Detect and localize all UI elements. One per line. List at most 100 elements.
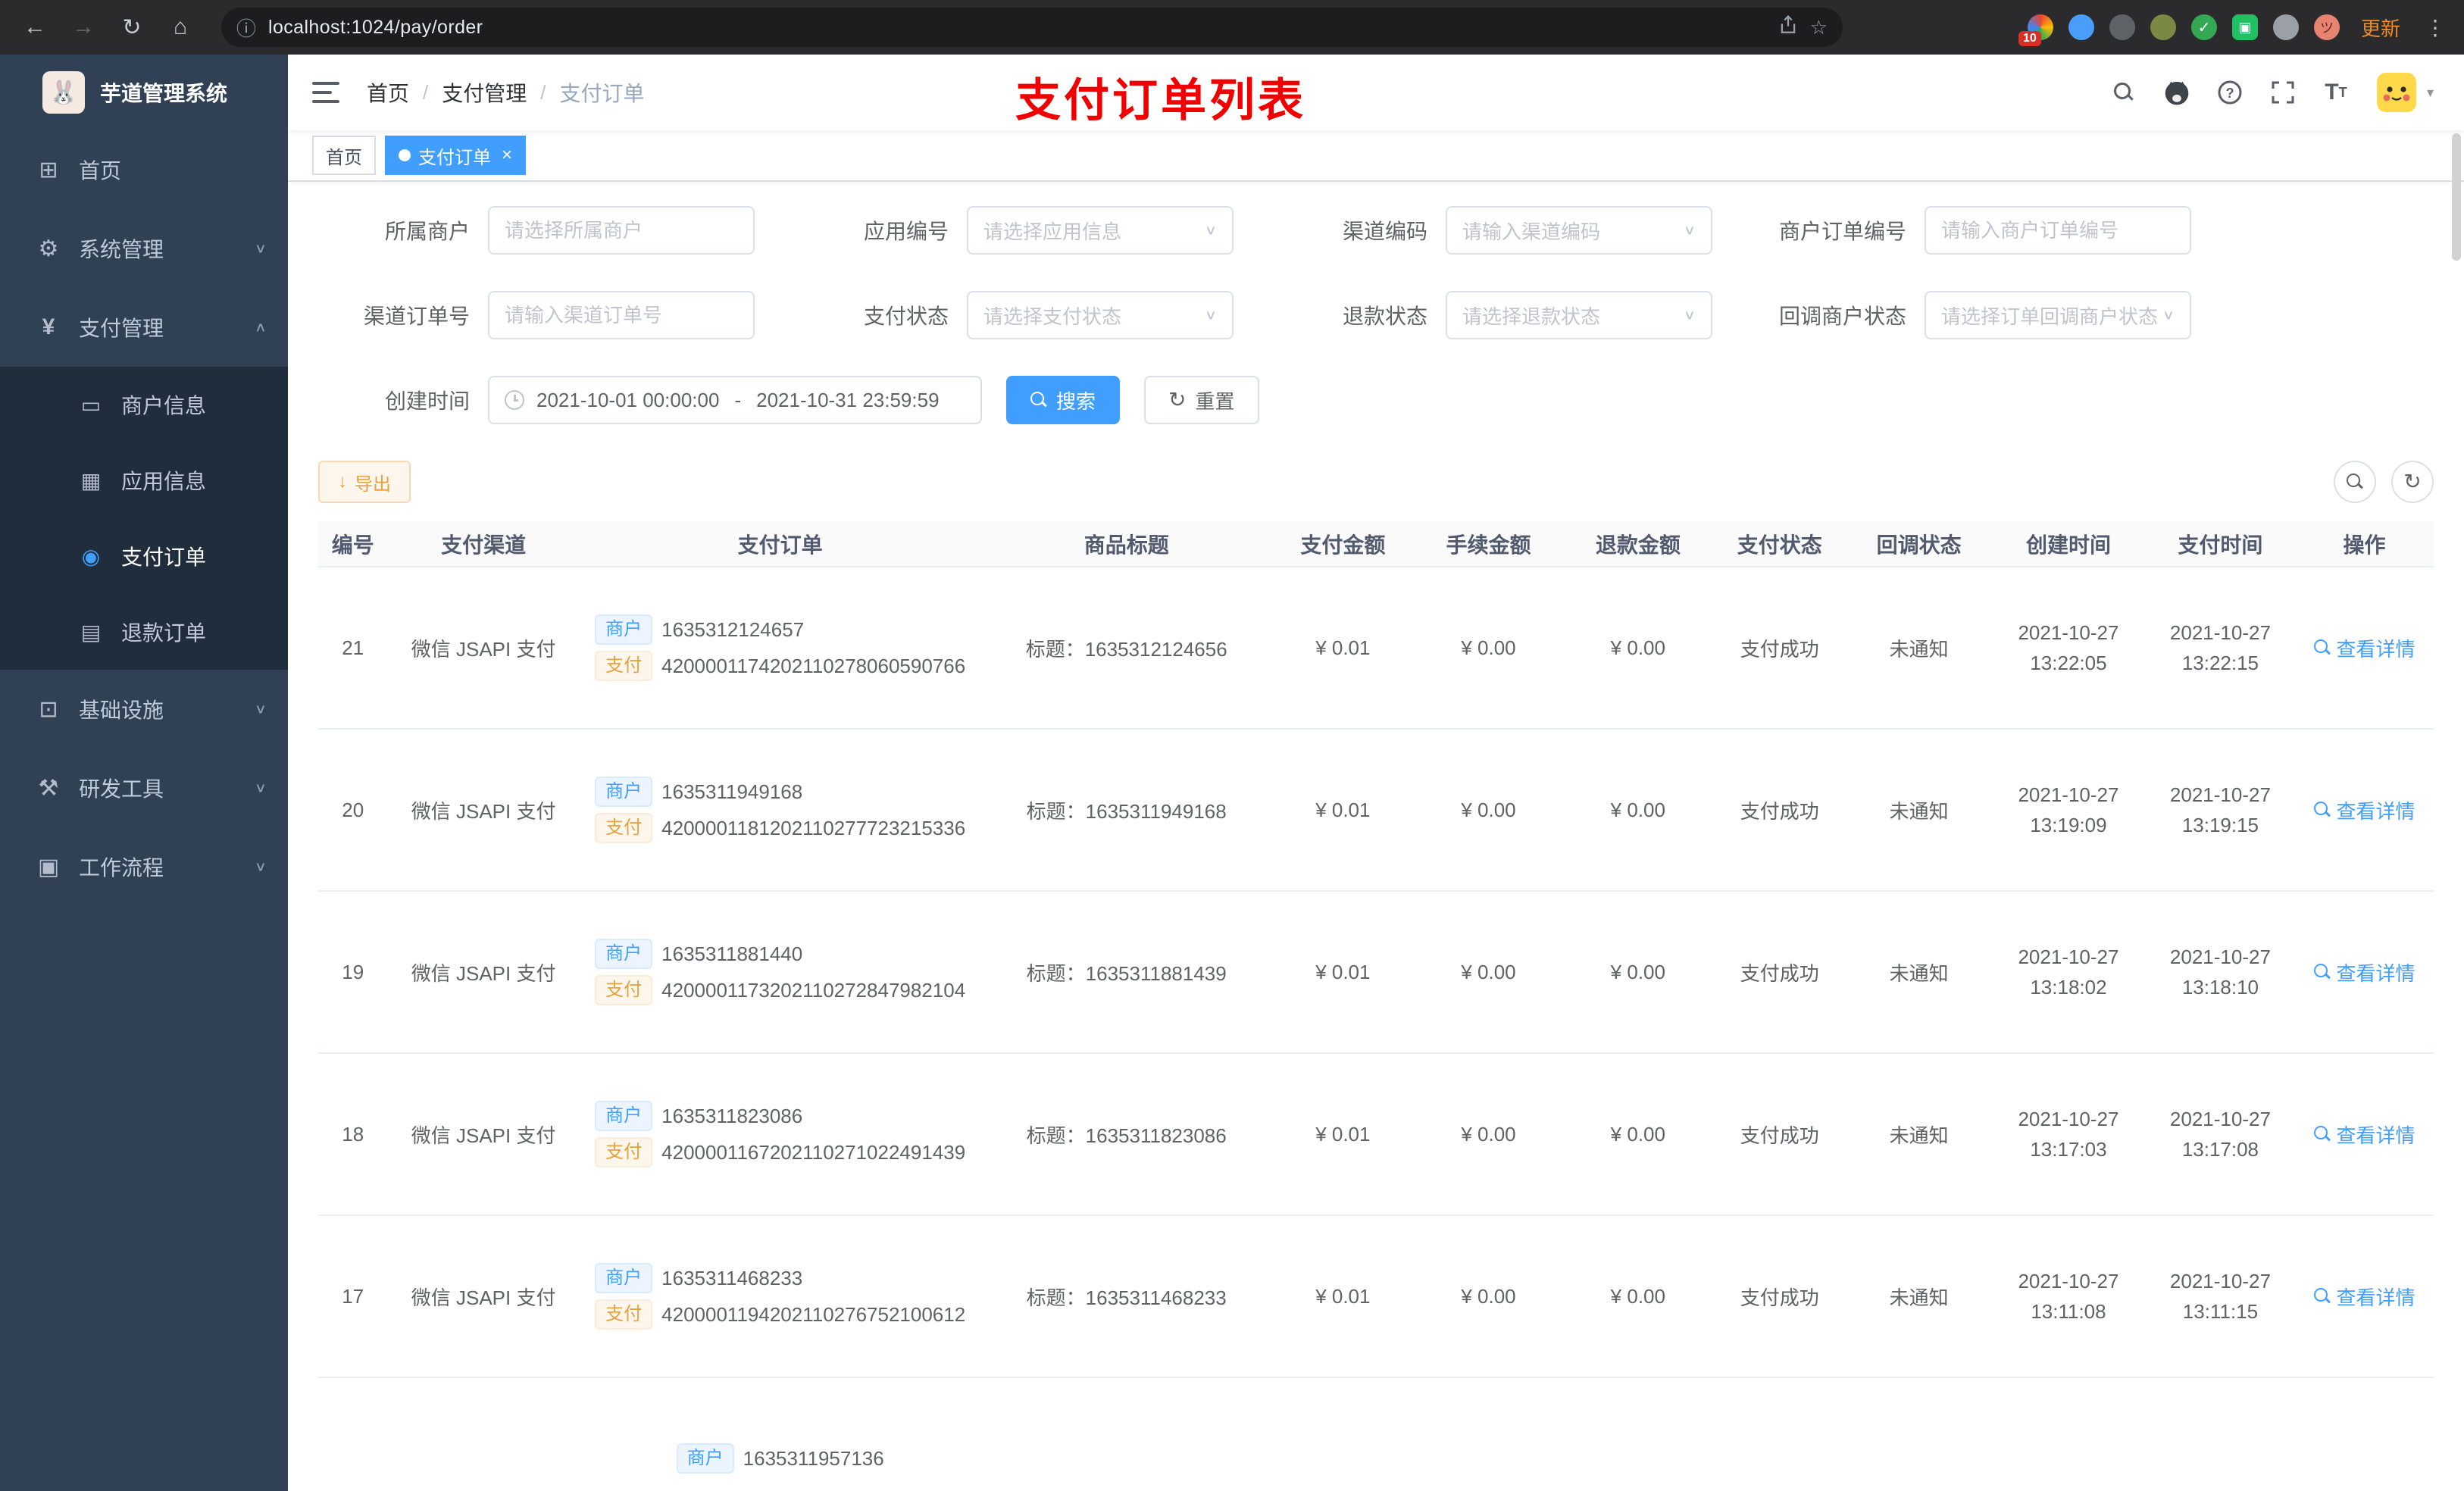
github-icon[interactable] <box>2163 79 2190 106</box>
user-avatar[interactable]: ▾ <box>2375 71 2434 114</box>
pay-tag: 支付 <box>595 1137 653 1167</box>
hamburger-icon[interactable] <box>312 82 339 103</box>
share-icon[interactable] <box>1778 14 1798 40</box>
cell-notify: 未通知 <box>1846 1053 1992 1216</box>
app-logo[interactable]: 🐰 芋道管理系统 <box>0 55 288 130</box>
sidebar-item-dev-tools[interactable]: 研发工具 ∨ <box>0 749 288 827</box>
svg-text:?: ? <box>2225 86 2234 101</box>
cell-fee: ¥ 0.00 <box>1413 1053 1564 1216</box>
create-time-range-picker[interactable]: 2021-10-01 00:00:00 - 2021-10-31 23:59:5… <box>488 376 982 424</box>
page-title-annotation: 支付订单列表 <box>1015 75 1306 126</box>
view-detail-link[interactable]: 查看详情 <box>2313 1121 2416 1149</box>
page-content: 所属商户 应用编号 请选择应用信息 ∨ 渠道编码 请输入渠道编码 ∨ <box>288 182 2464 1491</box>
tags-view-bar: 首页 支付订单 × <box>288 130 2464 182</box>
cell-notify: 未通知 <box>1846 1215 1992 1378</box>
cell-order-id: 18 <box>318 1053 388 1216</box>
merchant-order-no-input[interactable] <box>1925 206 2191 255</box>
merchant-select[interactable] <box>488 206 755 255</box>
cell-channel: 微信 JSAPI 支付 <box>387 1215 580 1378</box>
cell-amount: ¥ 0.01 <box>1271 1215 1414 1378</box>
merchant-tag: 商户 <box>595 614 653 645</box>
channel-transaction-no: 4200001167202110271022491439 <box>661 1141 966 1164</box>
chrome-update-button[interactable]: 更新 <box>2355 14 2406 42</box>
sidebar-item-pay-order[interactable]: 支付订单 <box>0 518 288 594</box>
extensions-puzzle-icon[interactable] <box>2272 14 2299 40</box>
sidebar-item-merchant-info[interactable]: 商户信息 <box>0 367 288 442</box>
magnifier-icon <box>2313 802 2331 818</box>
address-bar[interactable]: ⓘ localhost:1024/pay/order ☆ <box>221 8 1843 47</box>
search-icon[interactable] <box>2110 79 2137 106</box>
view-detail-link[interactable]: 查看详情 <box>2313 796 2416 824</box>
sidebar-item-home[interactable]: 首页 <box>0 130 288 209</box>
sidebar-item-refund-order[interactable]: 退款订单 <box>0 594 288 670</box>
merchant-order-no: 1635311949168 <box>661 780 803 803</box>
table-row: 19 微信 JSAPI 支付 商户 1635311881440 支付 42000… <box>318 891 2434 1054</box>
extension-colorwheel-icon[interactable]: 10 <box>2018 14 2053 46</box>
extension-pin-icon[interactable] <box>2068 14 2094 40</box>
chevron-down-icon: ▾ <box>2426 84 2434 100</box>
view-detail-link[interactable]: 查看详情 <box>2313 1283 2416 1311</box>
cell-notify: 未通知 <box>1846 729 1992 892</box>
cell-order-id: 20 <box>318 729 388 892</box>
cell-title: 标题：1635311881439 <box>980 891 1272 1054</box>
clock-icon <box>505 390 524 410</box>
extension-gray-icon[interactable] <box>2109 14 2135 40</box>
view-detail-link[interactable]: 查看详情 <box>2313 958 2416 986</box>
app-id-select[interactable]: 请选择应用信息 ∨ <box>967 206 1234 255</box>
view-detail-link[interactable]: 查看详情 <box>2313 634 2416 662</box>
cell-channel: 微信 JSAPI 支付 <box>387 891 580 1054</box>
pay-tag: 支付 <box>595 1299 653 1330</box>
extension-chat-icon[interactable]: ▣ <box>2231 14 2258 40</box>
notify-status-select[interactable]: 请选择订单回调商户状态 ∨ <box>1925 291 2191 339</box>
filter-label: 支付状态 <box>863 305 949 328</box>
export-button[interactable]: ↓ 导出 <box>318 461 411 503</box>
reload-icon[interactable]: ↻ <box>112 8 152 47</box>
extension-olive-icon[interactable] <box>2150 14 2176 40</box>
col-action: 操作 <box>2295 521 2434 567</box>
target-icon <box>73 544 109 569</box>
cell-action: 查看详情 <box>2295 1215 2434 1378</box>
cell-refund: ¥ 0.00 <box>1563 891 1713 1054</box>
tab-home[interactable]: 首页 <box>312 136 376 175</box>
browser-menu-icon[interactable]: ⋮ <box>2422 15 2449 40</box>
sidebar-item-infrastructure[interactable]: 基础设施 ∨ <box>0 670 288 749</box>
close-icon[interactable]: × <box>502 145 512 166</box>
sidebar-item-system[interactable]: 系统管理 ∨ <box>0 209 288 288</box>
col-amount: 支付金额 <box>1271 521 1414 567</box>
breadcrumb-payment[interactable]: 支付管理 <box>442 77 527 108</box>
chevron-down-icon: ∨ <box>1683 222 1696 238</box>
sidebar-item-payment[interactable]: 支付管理 ∧ <box>0 288 288 367</box>
tab-pay-order[interactable]: 支付订单 × <box>385 136 527 175</box>
cell-fee: ¥ 0.00 <box>1413 567 1564 730</box>
forward-icon[interactable]: → <box>64 8 103 47</box>
help-icon[interactable]: ? <box>2216 79 2244 106</box>
fullscreen-icon[interactable] <box>2269 79 2297 106</box>
toggle-search-button[interactable] <box>2334 461 2376 503</box>
chevron-down-icon: ∨ <box>1683 307 1696 323</box>
reset-button[interactable]: ↻ 重置 <box>1144 376 1259 424</box>
col-id: 编号 <box>318 521 388 567</box>
extension-check-icon[interactable]: ✓ <box>2190 14 2217 40</box>
channel-order-no-input[interactable] <box>488 291 755 339</box>
cell-create-time: 2021-10-27 13:18:02 <box>1991 891 2146 1054</box>
search-button[interactable]: 搜索 <box>1006 376 1121 424</box>
merchant-tag: 商户 <box>595 1263 653 1293</box>
merchant-tag: 商户 <box>595 939 653 969</box>
site-info-icon[interactable]: ⓘ <box>236 14 256 42</box>
extensions-area: 10 ✓ ▣ ツ 更新 ⋮ <box>2018 14 2449 46</box>
home-icon[interactable]: ⌂ <box>161 8 200 47</box>
back-icon[interactable]: ← <box>15 8 55 47</box>
chevron-up-icon: ∧ <box>254 319 267 335</box>
breadcrumb-home[interactable]: 首页 <box>367 77 409 108</box>
pay-status-select[interactable]: 请选择支付状态 ∨ <box>967 291 1234 339</box>
browser-profile-avatar[interactable]: ツ <box>2313 14 2340 40</box>
sidebar-item-workflow[interactable]: 工作流程 ∨ <box>0 827 288 906</box>
channel-code-select[interactable]: 请输入渠道编码 ∨ <box>1446 206 1712 255</box>
refund-status-select[interactable]: 请选择退款状态 ∨ <box>1446 291 1712 339</box>
refresh-table-button[interactable]: ↻ <box>2391 461 2434 503</box>
bookmark-star-icon[interactable]: ☆ <box>1810 16 1828 39</box>
sidebar-item-app-info[interactable]: 应用信息 <box>0 442 288 518</box>
channel-transaction-no: 4200001174202110278060590766 <box>661 655 966 677</box>
table-row: 20 微信 JSAPI 支付 商户 1635311949168 支付 42000… <box>318 729 2434 892</box>
font-size-icon[interactable]: TT <box>2322 79 2350 106</box>
